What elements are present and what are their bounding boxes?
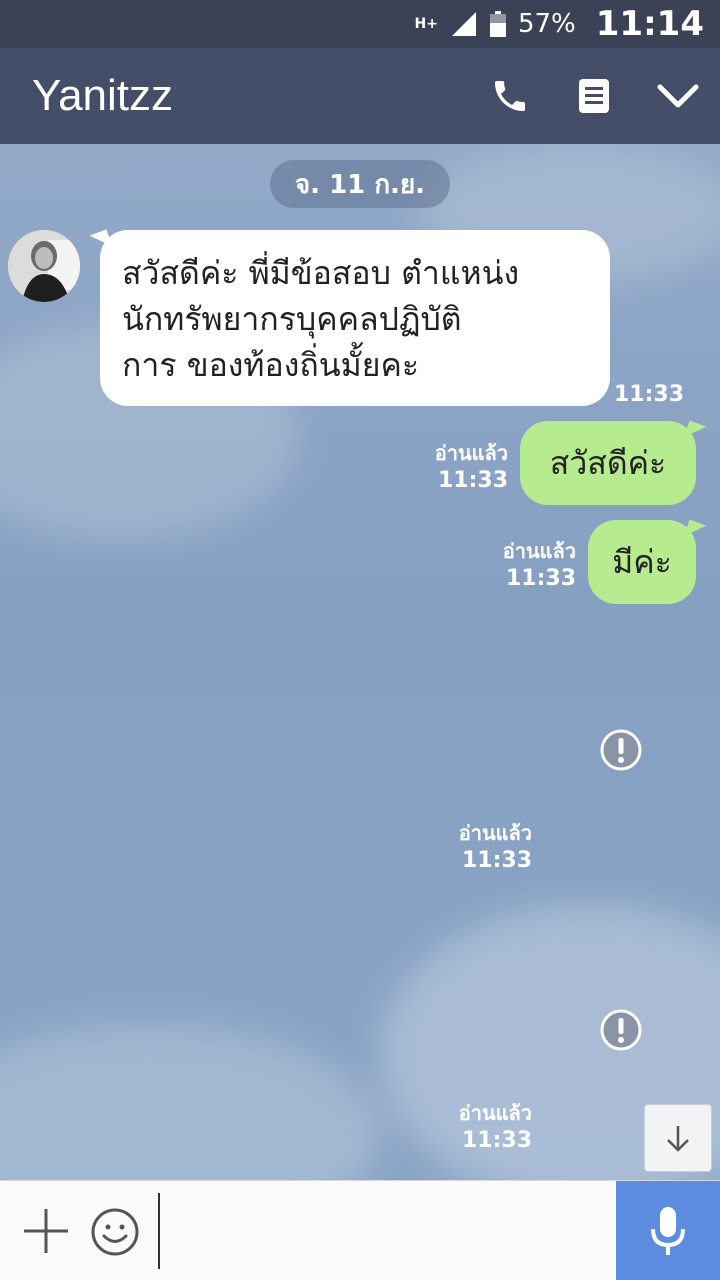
status-bar: H+ 57% 11:14 — [0, 0, 720, 48]
read-receipt: อ่านแล้ว — [458, 821, 532, 845]
menu-expand-button[interactable] — [636, 48, 720, 144]
message-meta: อ่านแล้ว 11:33 — [392, 440, 508, 496]
battery-percent: 57% — [517, 9, 576, 39]
read-receipt: อ่านแล้ว — [434, 441, 508, 465]
chat-title: Yanitzz — [32, 71, 174, 120]
message-meta: อ่านแล้ว 11:33 — [416, 820, 532, 876]
phone-icon — [495, 81, 525, 111]
scroll-to-bottom-button[interactable] — [644, 1104, 712, 1172]
arrow-down-icon — [667, 1126, 689, 1152]
battery-icon — [489, 11, 506, 37]
incoming-message-bubble[interactable]: สวัสดีค่ะ พี่มีข้อสอบ ตำแหน่ง นักทรัพยาก… — [100, 230, 610, 406]
chat-header: Yanitzz — [0, 48, 720, 144]
contact-avatar[interactable] — [8, 230, 80, 302]
plus-icon[interactable] — [22, 1207, 70, 1255]
outgoing-message-bubble[interactable]: มีค่ะ — [588, 520, 696, 604]
read-receipt: อ่านแล้ว — [502, 539, 576, 563]
microphone-icon — [651, 1207, 685, 1255]
message-timestamp: 11:33 — [505, 566, 576, 591]
message-meta: อ่านแล้ว 11:33 — [416, 1100, 532, 1156]
message-timestamp: 11:33 — [437, 468, 508, 493]
message-text: สวัสดีค่ะ — [549, 443, 667, 482]
send-failed-icon[interactable] — [599, 728, 643, 772]
emoji-icon[interactable] — [90, 1207, 140, 1257]
date-separator: จ. 11 ก.ย. — [270, 160, 450, 208]
message-line: การ ของท้องถิ่นมั้ยคะ — [122, 346, 420, 384]
incoming-timestamp: 11:33 — [614, 382, 685, 407]
send-failed-icon[interactable] — [599, 1008, 643, 1052]
message-input-bar — [0, 1180, 720, 1280]
note-icon — [579, 79, 609, 113]
message-timestamp: 11:33 — [461, 848, 532, 873]
voice-message-button[interactable] — [616, 1181, 720, 1280]
message-timestamp: 11:33 — [461, 1128, 532, 1153]
notes-button[interactable] — [552, 48, 636, 144]
chat-area[interactable]: จ. 11 ก.ย. สวัสดีค่ะ พี่มีข้อสอบ ตำแหน่ง… — [0, 144, 720, 1180]
clock: 11:14 — [595, 4, 704, 44]
message-line: นักทรัพยากรบุคคลปฏิบัติ — [122, 300, 462, 338]
message-input[interactable] — [158, 1193, 608, 1269]
call-button[interactable] — [468, 48, 552, 144]
avatar-photo — [8, 230, 80, 302]
message-text: มีค่ะ — [612, 542, 672, 581]
message-meta: อ่านแล้ว 11:33 — [460, 538, 576, 594]
outgoing-message-bubble[interactable]: สวัสดีค่ะ — [520, 421, 696, 505]
read-receipt: อ่านแล้ว — [458, 1101, 532, 1125]
chevron-down-icon — [657, 84, 699, 108]
network-indicator: H+ — [414, 16, 438, 32]
signal-icon — [451, 12, 476, 36]
message-line: สวัสดีค่ะ พี่มีข้อสอบ ตำแหน่ง — [122, 254, 520, 292]
